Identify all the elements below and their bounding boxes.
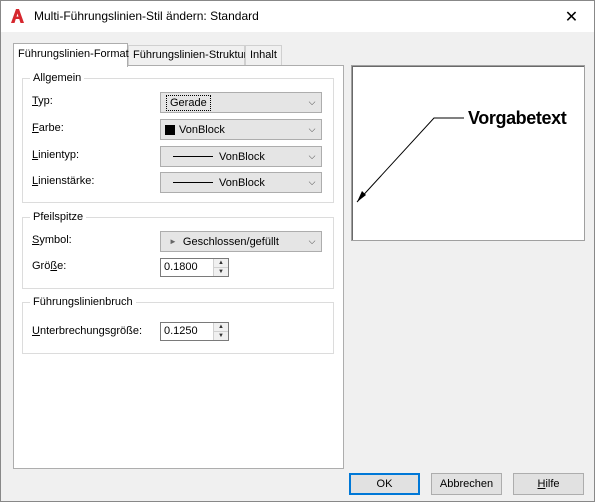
tab-inhalt[interactable]: Inhalt	[245, 45, 282, 66]
spin-up-icon[interactable]: ▲	[214, 259, 228, 267]
group-allgemein-legend: Allgemein	[30, 72, 85, 84]
group-bruch-legend: Führungslinienbruch	[30, 296, 136, 308]
unterbrechungsgroesse-spinner[interactable]: 0.1250 ▲ ▼	[160, 322, 229, 341]
linientyp-dropdown[interactable]: VonBlock ⌵	[160, 146, 322, 167]
autocad-logo-icon	[11, 9, 24, 23]
linienstaerke-label: Linienstärke:	[32, 175, 95, 187]
tab-panel-format: Allgemein Typ: Gerade ⌵ Farbe: VonBlock …	[13, 65, 344, 469]
arrowhead-closed-filled-icon: ►	[169, 237, 177, 246]
preview-panel: Vorgabetext	[351, 65, 585, 241]
spin-down-icon[interactable]: ▼	[214, 267, 228, 276]
typ-dropdown[interactable]: Gerade ⌵	[160, 92, 322, 113]
close-icon: ✕	[564, 8, 579, 26]
group-allgemein: Allgemein Typ: Gerade ⌵ Farbe: VonBlock …	[22, 72, 334, 203]
typ-label: Typ:	[32, 95, 53, 107]
title-bar: Multi-Führungslinien-Stil ändern: Standa…	[1, 1, 594, 32]
typ-value: Gerade	[166, 94, 211, 111]
spin-down-icon[interactable]: ▼	[214, 331, 228, 340]
farbe-dropdown[interactable]: VonBlock ⌵	[160, 119, 322, 140]
group-pfeilspitze: Pfeilspitze Symbol: ► Geschlossen/gefüllt…	[22, 211, 334, 289]
color-swatch-icon	[165, 124, 175, 135]
help-button[interactable]: Hilfe	[513, 473, 584, 495]
unterbrechungsgroesse-label: Unterbrechungsgröße:	[32, 325, 143, 337]
group-fuehrungslinienbruch: Führungslinienbruch Unterbrechungsgröße:…	[22, 296, 334, 354]
linetype-sample-icon	[173, 156, 213, 157]
close-button[interactable]: ✕	[549, 1, 594, 32]
arrowhead-icon	[357, 191, 366, 202]
leader-preview-graphic	[356, 117, 464, 203]
tab-fuehrungslinien-format[interactable]: Führungslinien-Format	[13, 43, 129, 67]
window-title: Multi-Führungslinien-Stil ändern: Standa…	[34, 9, 259, 23]
chevron-down-icon: ⌵	[308, 151, 316, 161]
chevron-down-icon: ⌵	[308, 97, 316, 107]
chevron-down-icon: ⌵	[308, 124, 316, 134]
groesse-label: Größe:	[32, 260, 67, 272]
chevron-down-icon: ⌵	[308, 236, 316, 246]
farbe-value: VonBlock	[179, 123, 225, 136]
lineweight-sample-icon	[173, 182, 213, 183]
symbol-value: Geschlossen/gefüllt	[182, 235, 279, 248]
chevron-down-icon: ⌵	[308, 177, 316, 187]
linienstaerke-dropdown[interactable]: VonBlock ⌵	[160, 172, 322, 193]
groesse-value[interactable]: 0.1800	[161, 259, 213, 276]
group-pfeilspitze-legend: Pfeilspitze	[30, 211, 87, 223]
cancel-button[interactable]: Abbrechen	[431, 473, 502, 495]
linientyp-label: Linientyp:	[32, 149, 80, 161]
symbol-dropdown[interactable]: ► Geschlossen/gefüllt ⌵	[160, 231, 322, 252]
groesse-spinner[interactable]: 0.1800 ▲ ▼	[160, 258, 229, 277]
unterbrechungsgroesse-value[interactable]: 0.1250	[161, 323, 213, 340]
linienstaerke-value: VonBlock	[219, 176, 265, 189]
symbol-label: Symbol:	[32, 234, 72, 246]
tab-fuehrungslinien-struktur[interactable]: Führungslinien-Struktur	[128, 45, 247, 66]
linientyp-value: VonBlock	[219, 150, 265, 163]
spin-up-icon[interactable]: ▲	[214, 323, 228, 331]
farbe-label: Farbe:	[32, 122, 64, 134]
ok-button[interactable]: OK	[349, 473, 420, 495]
preview-text: Vorgabetext	[468, 108, 567, 128]
dialog-window: Multi-Führungslinien-Stil ändern: Standa…	[0, 0, 595, 502]
